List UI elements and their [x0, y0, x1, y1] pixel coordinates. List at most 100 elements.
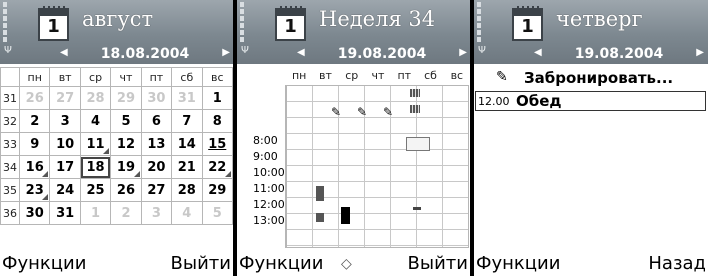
- week-number: 33: [0, 132, 20, 156]
- list-item[interactable]: 12.00 Обед: [475, 91, 706, 111]
- weekday-header: пн: [291, 69, 307, 82]
- day-cell[interactable]: 12: [110, 132, 142, 156]
- day-cell[interactable]: 28: [79, 86, 112, 110]
- meeting-bar[interactable]: [316, 213, 324, 222]
- back-softkey[interactable]: Назад: [648, 253, 706, 275]
- week-grid[interactable]: ✎ ✎ ✎: [286, 85, 469, 248]
- anniversary-icon[interactable]: [410, 89, 420, 97]
- day-cell[interactable]: 1: [201, 86, 233, 110]
- day-cell[interactable]: 10: [49, 132, 81, 156]
- day-cell[interactable]: 6: [140, 109, 173, 133]
- week-grid-area: пн вт ср чт пт сб вс 8:00 9:00 10:00 11:00 12:00 13…: [237, 64, 470, 251]
- day-cell[interactable]: 17: [49, 155, 81, 179]
- hour-label: 9:00: [253, 150, 278, 163]
- month-grid: пн вт ср чт пт сб вс 31 26 27 28 29 30 31 1 32 2 3 4 5 6 7 8 3…: [0, 67, 233, 225]
- options-softkey[interactable]: Функции: [2, 253, 86, 275]
- list-item[interactable]: ✎ Забронировать...: [474, 68, 707, 88]
- date-navigator[interactable]: ◀ 19.08.2004 ▶: [534, 46, 704, 63]
- next-arrow-icon[interactable]: ▶: [696, 47, 704, 58]
- day-cell[interactable]: 27: [49, 86, 81, 110]
- day-cell[interactable]: 15: [201, 132, 233, 156]
- weekday-header: чт: [371, 69, 385, 82]
- day-cell[interactable]: 9: [18, 132, 51, 156]
- day-cell[interactable]: 16: [18, 155, 51, 179]
- day-cell[interactable]: 4: [79, 109, 112, 133]
- day-cell[interactable]: 11: [79, 132, 112, 156]
- week-number: 35: [0, 178, 20, 202]
- day-cell[interactable]: 31: [49, 201, 81, 225]
- memo-icon[interactable]: ✎: [357, 105, 367, 119]
- selected-day-cell[interactable]: 18: [79, 155, 112, 179]
- month-grid-area: пн вт ср чт пт сб вс 31 26 27 28 29 30 31 1 32 2 3 4 5 6 7 8 3…: [0, 64, 233, 251]
- day-cell[interactable]: 13: [140, 132, 173, 156]
- day-cell[interactable]: 26: [18, 86, 51, 110]
- week-row: 34 16 17 18 19 20 21 22: [0, 155, 233, 179]
- memo-icon[interactable]: ✎: [331, 105, 341, 119]
- date-navigator[interactable]: ◀ 19.08.2004 ▶: [297, 46, 467, 63]
- day-cell[interactable]: 31: [171, 86, 203, 110]
- page-title: август: [82, 7, 154, 31]
- week-row: 36 30 31 1 2 3 4 5: [0, 201, 233, 225]
- options-softkey[interactable]: Функции: [476, 253, 560, 275]
- day-cell[interactable]: 3: [49, 109, 81, 133]
- antenna-icon: Ψ: [478, 45, 486, 56]
- day-cell[interactable]: 30: [140, 86, 173, 110]
- day-cell[interactable]: 20: [140, 155, 173, 179]
- weekday-header: вс: [201, 67, 233, 87]
- next-arrow-icon[interactable]: ▶: [459, 47, 467, 58]
- anniversary-icon[interactable]: [410, 105, 420, 113]
- softkey-bar: Функции Назад: [474, 251, 708, 276]
- day-cell[interactable]: 24: [49, 178, 81, 202]
- memo-icon[interactable]: ✎: [383, 105, 393, 119]
- header: Ψ 1 Неделя 34 ◀ 19.08.2004 ▶: [237, 0, 470, 64]
- day-cell[interactable]: 14: [171, 132, 203, 156]
- day-cell[interactable]: 26: [110, 178, 142, 202]
- week-view-screen: Ψ 1 Неделя 34 ◀ 19.08.2004 ▶ пн вт ср чт пт с…: [237, 0, 470, 276]
- day-cell[interactable]: 29: [110, 86, 142, 110]
- hour-label: 12:00: [253, 198, 285, 211]
- signal-strength-icon: [240, 2, 244, 46]
- day-cell[interactable]: 5: [201, 201, 233, 225]
- entry-time: 12.00: [478, 95, 510, 108]
- calendar-icon-day: 1: [47, 16, 60, 37]
- day-cell[interactable]: 8: [201, 109, 233, 133]
- day-cell[interactable]: 21: [171, 155, 203, 179]
- options-softkey[interactable]: Функции: [239, 253, 323, 275]
- day-cell[interactable]: 30: [18, 201, 51, 225]
- week-number: 34: [0, 155, 20, 179]
- day-cell[interactable]: 27: [140, 178, 173, 202]
- week-number: 32: [0, 109, 20, 133]
- day-cell[interactable]: 4: [171, 201, 203, 225]
- day-cell[interactable]: 28: [171, 178, 203, 202]
- hour-label: 8:00: [253, 134, 278, 147]
- exit-softkey[interactable]: Выйти: [408, 253, 468, 275]
- exit-softkey[interactable]: Выйти: [171, 253, 231, 275]
- entry-text: Забронировать...: [524, 69, 674, 87]
- day-cell[interactable]: 29: [201, 178, 233, 202]
- day-cell[interactable]: 1: [79, 201, 112, 225]
- day-cell[interactable]: 3: [140, 201, 173, 225]
- day-cell[interactable]: 2: [110, 201, 142, 225]
- meeting-bar[interactable]: [413, 207, 421, 210]
- day-cell[interactable]: 23: [18, 178, 51, 202]
- header: Ψ 1 четверг ◀ 19.08.2004 ▶: [474, 0, 708, 64]
- selected-slot[interactable]: [406, 137, 430, 151]
- day-cell[interactable]: 2: [18, 109, 51, 133]
- entry-text: Обед: [516, 92, 562, 110]
- calendar-icon: 1: [275, 6, 306, 41]
- calendar-icon-day: 1: [521, 16, 534, 37]
- day-cell[interactable]: 7: [171, 109, 203, 133]
- day-cell[interactable]: 5: [110, 109, 142, 133]
- weekday-header: вт: [318, 69, 332, 82]
- day-cell[interactable]: 25: [79, 178, 112, 202]
- meeting-bar[interactable]: [316, 186, 324, 201]
- signal-strength-icon: [3, 2, 7, 46]
- next-arrow-icon[interactable]: ▶: [222, 47, 230, 58]
- weekday-header: сб: [171, 67, 203, 87]
- day-cell[interactable]: 22: [201, 155, 233, 179]
- day-cell[interactable]: 19: [110, 155, 142, 179]
- meeting-bar[interactable]: [341, 207, 350, 224]
- weekday-header: вс: [450, 69, 464, 82]
- date-navigator[interactable]: ◀ 18.08.2004 ▶: [60, 46, 230, 63]
- week-number: 36: [0, 201, 20, 225]
